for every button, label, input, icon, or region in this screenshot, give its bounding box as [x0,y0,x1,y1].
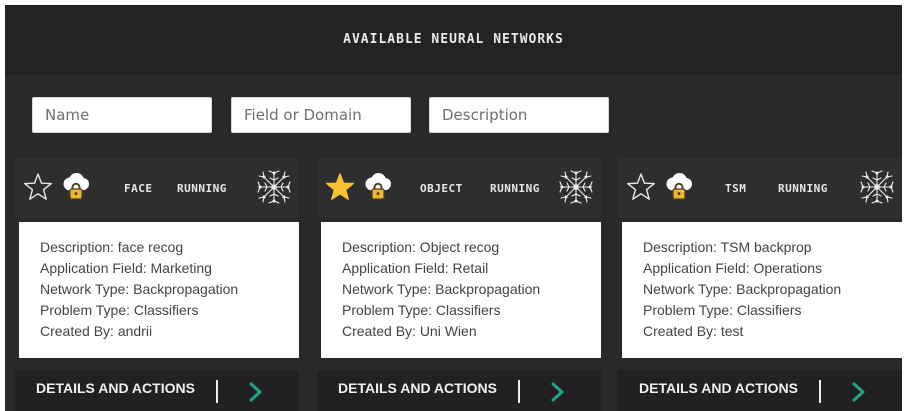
card-header: OBJECT RUNNING [317,158,601,218]
application-field-text: Application Field: Retail [342,260,489,276]
application-field-text: Application Field: Marketing [40,260,212,276]
card-header: FACE RUNNING [15,158,299,218]
problem-type-text: Problem Type: Classifiers [40,302,199,318]
card-details: Description: TSM backprop Application Fi… [622,222,902,358]
card-details: Description: face recog Application Fiel… [19,222,299,358]
neural-network-icon [860,170,894,204]
network-type-text: Network Type: Backpropagation [342,281,541,297]
details-and-actions-button[interactable]: DETAILS AND ACTIONS [338,380,497,396]
divider [518,380,520,403]
problem-type-text: Problem Type: Classifiers [643,302,802,318]
network-type-text: Network Type: Backpropagation [40,281,239,297]
chevron-right-icon[interactable] [247,381,263,403]
card-footer: DETAILS AND ACTIONS [15,370,299,411]
name-filter-input[interactable] [32,97,212,133]
cloud-lock-icon [62,172,90,200]
description-text: Description: face recog [40,239,184,255]
description-text: Description: TSM backprop [643,239,812,255]
cloud-lock-icon [665,172,693,200]
status-badge: RUNNING [778,182,828,195]
description-filter-input[interactable] [429,97,609,133]
star-icon[interactable] [626,172,656,202]
network-type-text: Network Type: Backpropagation [643,281,842,297]
created-by-text: Created By: Uni Wien [342,323,477,339]
network-name: OBJECT [420,182,463,195]
created-by-text: Created By: test [643,323,744,339]
status-badge: RUNNING [177,182,227,195]
card-header: TSM RUNNING [618,158,902,218]
network-card: OBJECT RUNNING Description: Object recog… [317,158,601,411]
neural-network-icon [257,170,291,204]
problem-type-text: Problem Type: Classifiers [342,302,501,318]
application-field-text: Application Field: Operations [643,260,822,276]
network-name: FACE [124,182,153,195]
cloud-lock-icon [364,172,392,200]
status-badge: RUNNING [490,182,540,195]
field-filter-input[interactable] [231,97,411,133]
networks-panel: AVAILABLE NEURAL NETWORKS FACE RUNNING D… [5,5,902,411]
divider [216,380,218,403]
panel-header: AVAILABLE NEURAL NETWORKS [5,5,902,74]
created-by-text: Created By: andrii [40,323,153,339]
chevron-right-icon[interactable] [549,381,565,403]
divider [819,380,821,403]
card-footer: DETAILS AND ACTIONS [317,370,601,411]
chevron-right-icon[interactable] [850,381,866,403]
details-and-actions-button[interactable]: DETAILS AND ACTIONS [36,380,195,396]
details-and-actions-button[interactable]: DETAILS AND ACTIONS [639,380,798,396]
star-icon[interactable] [23,172,53,202]
neural-network-icon [559,170,593,204]
card-footer: DETAILS AND ACTIONS [618,370,902,411]
card-details: Description: Object recog Application Fi… [321,222,601,358]
network-card: FACE RUNNING Description: face recog App… [15,158,299,411]
description-text: Description: Object recog [342,239,500,255]
page-title: AVAILABLE NEURAL NETWORKS [343,31,564,47]
network-card: TSM RUNNING Description: TSM backprop Ap… [618,158,902,411]
star-icon[interactable] [325,172,355,202]
network-name: TSM [725,182,747,195]
